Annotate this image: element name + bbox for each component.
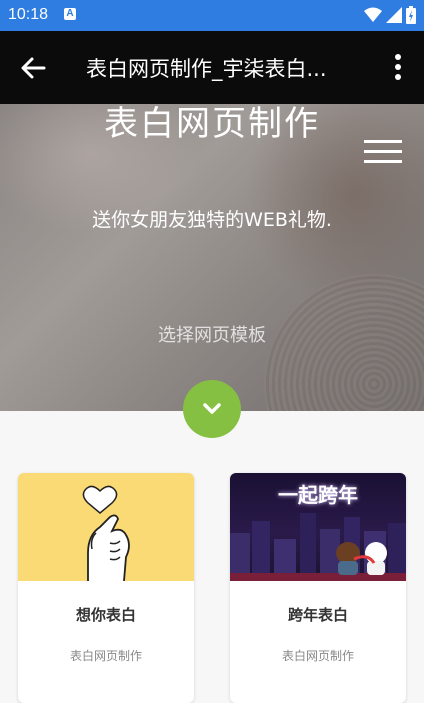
template-card[interactable]: 一起跨年 跨年表白 表白网页制作 bbox=[230, 473, 406, 703]
heart-hand-icon bbox=[82, 485, 130, 582]
card-title: 跨年表白 bbox=[287, 606, 348, 624]
hero-title: 表白网页制作 bbox=[104, 104, 320, 144]
status-icons bbox=[364, 6, 416, 24]
card-subtitle: 表白网页制作 bbox=[281, 649, 354, 663]
hero-banner: 表白网页制作 送你女朋友独特的WEB礼物. 选择网页模板 bbox=[0, 104, 424, 411]
battery-icon bbox=[406, 6, 416, 24]
signal-icon bbox=[386, 7, 402, 23]
card-image: 一起跨年 bbox=[230, 473, 406, 581]
card-image bbox=[18, 473, 194, 582]
template-card[interactable]: 想你表白 表白网页制作 bbox=[18, 473, 194, 703]
choose-template-label: 选择网页模板 bbox=[158, 325, 266, 346]
status-time: 10:18 bbox=[8, 6, 49, 23]
hero-subtitle: 送你女朋友独特的WEB礼物. bbox=[92, 209, 332, 231]
more-options-button[interactable] bbox=[386, 49, 410, 85]
chevron-down-icon bbox=[203, 403, 221, 414]
wifi-icon bbox=[364, 7, 382, 22]
card-subtitle: 表白网页制作 bbox=[69, 649, 142, 663]
app-bar: 表白网页制作_宇柒表白... bbox=[0, 31, 424, 104]
back-button[interactable] bbox=[14, 48, 54, 88]
card-title: 想你表白 bbox=[75, 606, 136, 624]
card-image-text: 一起跨年 bbox=[278, 483, 358, 507]
page-title: 表白网页制作_宇柒表白... bbox=[86, 57, 327, 81]
scroll-down-button[interactable] bbox=[183, 380, 241, 438]
status-bar: 10:18 A bbox=[0, 0, 424, 31]
hamburger-icon[interactable] bbox=[364, 140, 402, 168]
back-arrow-icon bbox=[21, 57, 46, 79]
notification-icon: A bbox=[64, 8, 76, 20]
more-vert-icon bbox=[395, 54, 401, 80]
